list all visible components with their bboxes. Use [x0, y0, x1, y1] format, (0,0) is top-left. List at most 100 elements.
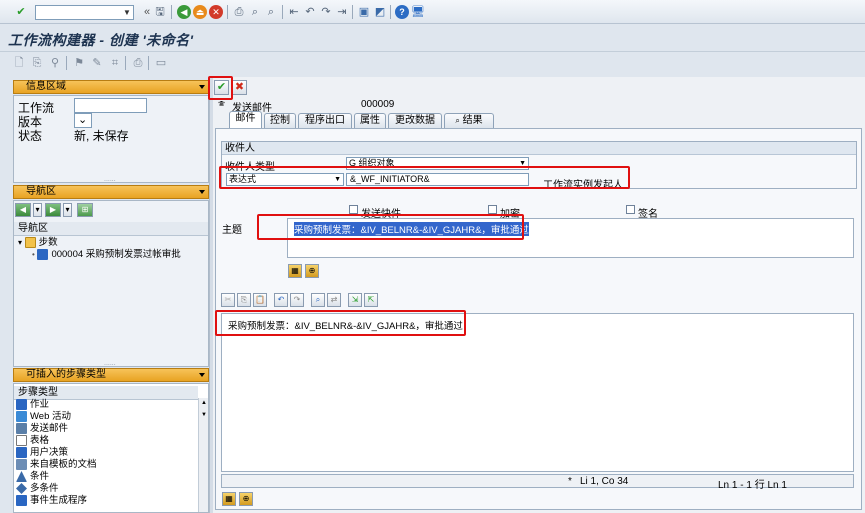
layout-icon[interactable]: ▭: [154, 56, 168, 70]
status-label: 状态: [18, 129, 43, 143]
check-icon[interactable]: ⚑: [72, 56, 86, 70]
first-page-icon[interactable]: ⇤: [287, 5, 301, 19]
chevron-down-icon[interactable]: ▾: [33, 203, 42, 217]
step-type-form[interactable]: 表格: [16, 435, 49, 447]
insert-expression-icon[interactable]: ▦: [222, 492, 236, 506]
other-object-icon[interactable]: ⚲: [48, 56, 62, 70]
import-icon[interactable]: ⇲: [348, 293, 362, 307]
new-session-icon[interactable]: ▣: [357, 5, 371, 19]
shortcut-icon[interactable]: ◩: [373, 5, 387, 19]
command-field[interactable]: ▼: [35, 5, 134, 20]
system-toolbar: ✔ ▼ « 🖫 ◀ ⏏ ✕ ⎙ ⌕ ⌕ ⇤ ↶ ↷ ⇥ ▣ ◩ ? 🖥: [0, 0, 865, 24]
tree-item-step-000004[interactable]: • 000004 采购预制发票过帐审批: [32, 249, 181, 261]
step-types-panel: 步骤类型 作业 Web 活动 发送邮件 表格 用户决策 来自模板的文档 条件 多…: [13, 383, 209, 513]
tree-item-label: 步数: [38, 237, 58, 249]
expression-helper-icon[interactable]: ⊕: [239, 492, 253, 506]
chevron-down-icon[interactable]: ▾: [63, 203, 72, 217]
recipient-group-title: 收件人: [222, 142, 856, 155]
send-express-checkbox[interactable]: [349, 205, 358, 214]
scroll-down-icon[interactable]: ▼: [201, 412, 207, 418]
chevron-down-icon[interactable]: ⌄: [78, 113, 87, 126]
mail-body-editor[interactable]: 采购预制发票：&IV_BELNR&-&IV_GJAHR&，审批通过: [221, 313, 854, 472]
cancel-x-icon[interactable]: ✖: [232, 80, 247, 95]
print-icon[interactable]: ⎙: [232, 5, 246, 19]
page-title: 工作流构建器 - 创建 '未命名': [8, 32, 194, 48]
edit-icon[interactable]: ✎: [90, 56, 104, 70]
step-type-user-decision[interactable]: 用户决策: [16, 447, 68, 459]
tab-program-exits[interactable]: 程序出口: [298, 113, 352, 128]
tab-result[interactable]: ⌕ 结果: [444, 113, 494, 128]
step-type-multiple-condition[interactable]: 多条件: [16, 483, 59, 495]
exit-icon[interactable]: ⏏: [193, 5, 207, 19]
subject-label: 主题: [222, 225, 242, 236]
find-icon[interactable]: ⌕: [248, 5, 262, 19]
nav-toolbar: ◀ ▾ ▶ ▾ ⊞: [15, 203, 95, 218]
tree-folder-steps[interactable]: ▾ 步数: [18, 237, 58, 249]
redo-icon[interactable]: ↷: [290, 293, 304, 307]
multiple-condition-icon: [16, 483, 27, 494]
copy-icon[interactable]: ⎘: [237, 293, 251, 307]
last-page-icon[interactable]: ⇥: [335, 5, 349, 19]
info-area-header[interactable]: 信息区域: [13, 80, 209, 94]
activity-icon: [16, 399, 27, 410]
cursor-position: Li 1, Co 34: [580, 476, 629, 487]
step-type-document-from-template[interactable]: 来自模板的文档: [16, 459, 97, 471]
encrypt-checkbox[interactable]: [488, 205, 497, 214]
tab-mail[interactable]: 邮件: [229, 111, 262, 128]
search-icon: ⌕: [455, 116, 460, 125]
expression-helper-icon[interactable]: ⊕: [305, 264, 319, 278]
step-type-event-creator[interactable]: 事件生成程序: [16, 495, 87, 507]
tree-icon[interactable]: ⊞: [77, 203, 93, 217]
undo-icon[interactable]: ↶: [274, 293, 288, 307]
splitter-grip[interactable]: ......: [104, 176, 116, 183]
find-icon[interactable]: ⌕: [311, 293, 325, 307]
step-type-activity[interactable]: 作业: [16, 399, 49, 411]
highlight-recipient: [219, 166, 630, 189]
nav-area-header[interactable]: 导航区: [13, 185, 209, 199]
enter-check-icon[interactable]: ✔: [14, 5, 28, 19]
chevron-down-icon[interactable]: ▼: [121, 6, 133, 19]
customize-layout-icon[interactable]: 🖥: [411, 5, 425, 19]
find-next-icon[interactable]: ⌕: [264, 5, 278, 19]
paste-icon[interactable]: 📋: [253, 293, 267, 307]
signature-checkbox[interactable]: [626, 205, 635, 214]
step-type-web-activity[interactable]: Web 活动: [16, 411, 71, 423]
tab-control[interactable]: 控制: [264, 113, 296, 128]
chevron-down-icon[interactable]: [199, 373, 205, 377]
step-type-send-mail[interactable]: 发送邮件: [16, 423, 68, 435]
right-arrow-icon[interactable]: ▶: [45, 203, 61, 217]
cut-icon[interactable]: ✂: [221, 293, 235, 307]
previous-page-icon[interactable]: ↶: [303, 5, 317, 19]
version-select[interactable]: ⌄: [74, 113, 92, 128]
expand-icon[interactable]: ▾: [18, 238, 22, 247]
workflow-input[interactable]: [74, 98, 147, 113]
tab-attributes[interactable]: 属性: [354, 113, 386, 128]
print-graph-icon[interactable]: ⎙: [131, 56, 145, 70]
insert-expression-icon[interactable]: ▦: [288, 264, 302, 278]
left-arrow-icon[interactable]: ◀: [15, 203, 31, 217]
where-used-icon[interactable]: ⌗: [108, 56, 122, 70]
step-types-scrollbar[interactable]: ▲ ▼: [198, 398, 208, 512]
help-icon[interactable]: ?: [395, 5, 409, 19]
replace-icon[interactable]: ⇄: [327, 293, 341, 307]
nav-area-title: 导航区: [26, 186, 56, 197]
cancel-icon[interactable]: ✕: [209, 5, 223, 19]
chevron-down-icon[interactable]: [199, 85, 205, 89]
line-range: Ln 1 - 1 行 Ln 1: [718, 480, 787, 491]
step-types-header[interactable]: 可插入的步骤类型: [13, 368, 209, 382]
new-icon[interactable]: 🗋: [12, 56, 26, 70]
back-icon[interactable]: ◀: [177, 5, 191, 19]
save-icon[interactable]: 🖫: [153, 5, 167, 19]
collapse-icon[interactable]: «: [140, 5, 154, 19]
splitter-grip[interactable]: ......: [104, 360, 116, 367]
tab-change-data[interactable]: 更改数据: [388, 113, 442, 128]
folder-icon: [24, 237, 36, 248]
next-page-icon[interactable]: ↷: [319, 5, 333, 19]
info-area-title: 信息区域: [26, 81, 66, 92]
export-icon[interactable]: ⇱: [364, 293, 378, 307]
open-icon[interactable]: ⎘: [30, 56, 44, 70]
scroll-up-icon[interactable]: ▲: [201, 400, 207, 406]
step-type-condition[interactable]: 条件: [16, 471, 49, 483]
chevron-down-icon[interactable]: [199, 190, 205, 194]
web-activity-icon: [16, 411, 27, 422]
